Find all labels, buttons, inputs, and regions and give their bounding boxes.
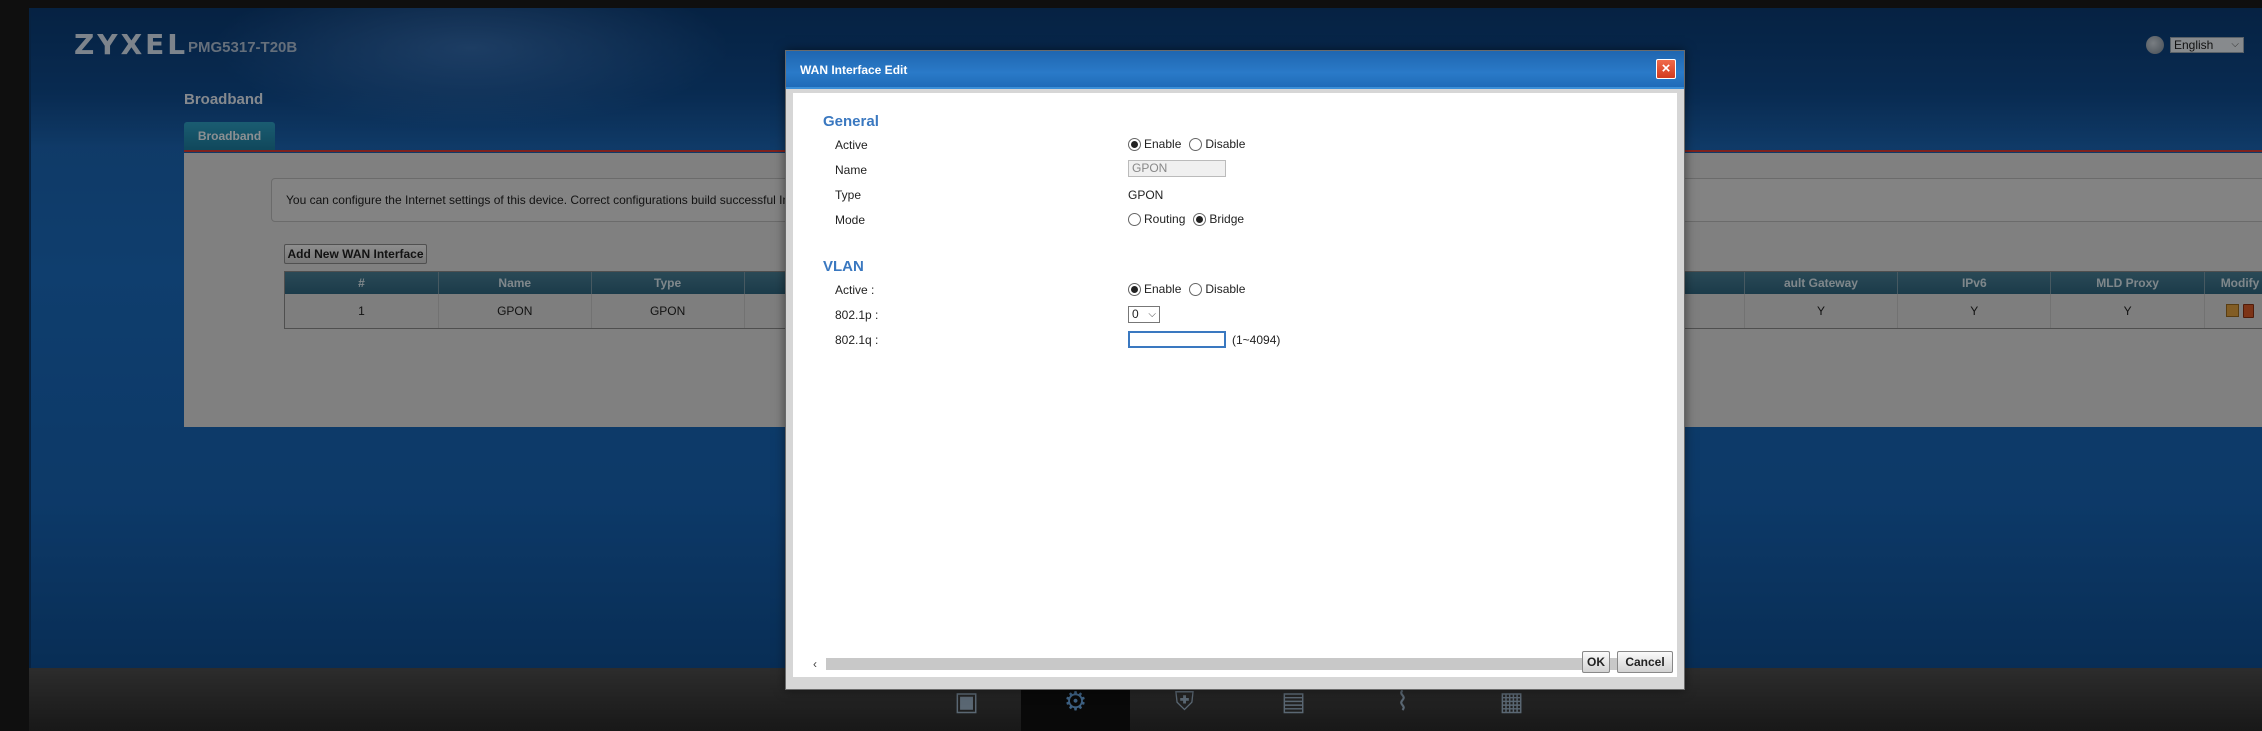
8021q-wrapper: (1~4094): [1128, 331, 1280, 348]
dialog-title: WAN Interface Edit: [800, 63, 908, 77]
ok-button[interactable]: OK: [1582, 651, 1610, 673]
8021q-label: 802.1q :: [835, 333, 879, 347]
vlan-active-label: Active :: [835, 283, 875, 297]
8021q-range-hint: (1~4094): [1232, 332, 1281, 347]
type-label: Type: [835, 188, 862, 202]
type-value: GPON: [1128, 188, 1164, 202]
radio-label: Routing: [1144, 212, 1186, 226]
name-field[interactable]: GPON: [1128, 160, 1226, 177]
radio-label: Bridge: [1209, 212, 1245, 226]
dialog-title-bar: WAN Interface Edit ×: [786, 51, 1684, 89]
active-radio-group: Enable Disable: [1128, 137, 1253, 151]
close-icon[interactable]: ×: [1656, 59, 1676, 79]
8021q-input[interactable]: [1128, 331, 1226, 348]
8021p-value: 0: [1132, 307, 1139, 321]
active-disable-radio[interactable]: [1189, 137, 1203, 151]
name-field-wrapper: GPON: [1128, 160, 1226, 177]
active-label: Active: [835, 138, 868, 152]
mode-label: Mode: [835, 213, 866, 227]
mode-bridge-radio[interactable]: [1193, 212, 1207, 226]
horizontal-scrollbar[interactable]: ‹ ›: [808, 657, 1668, 671]
radio-label: Disable: [1205, 137, 1246, 151]
wan-interface-edit-dialog: WAN Interface Edit × General Active Enab…: [785, 50, 1685, 690]
scroll-left-icon[interactable]: ‹: [808, 657, 822, 671]
cancel-button[interactable]: Cancel: [1617, 651, 1673, 673]
vlan-disable-radio[interactable]: [1189, 282, 1203, 296]
mode-radio-group: Routing Bridge: [1128, 212, 1252, 226]
name-label: Name: [835, 163, 868, 177]
chevron-down-icon: ⌵: [1148, 309, 1156, 320]
8021p-label: 802.1p :: [835, 308, 879, 322]
8021p-select[interactable]: 0 ⌵: [1128, 306, 1160, 323]
8021p-wrapper: 0 ⌵: [1128, 306, 1160, 323]
dialog-body: General Active Enable Disable Name GPON …: [793, 93, 1677, 677]
radio-label: Enable: [1144, 282, 1182, 296]
vlan-active-radio-group: Enable Disable: [1128, 282, 1253, 296]
scroll-track[interactable]: [826, 658, 1650, 670]
section-vlan-title: VLAN: [823, 258, 864, 275]
active-enable-radio[interactable]: [1128, 137, 1141, 151]
mode-routing-radio[interactable]: [1128, 212, 1141, 226]
radio-label: Disable: [1205, 282, 1246, 296]
vlan-enable-radio[interactable]: [1128, 282, 1141, 296]
section-general-title: General: [823, 113, 879, 130]
radio-label: Enable: [1144, 137, 1182, 151]
